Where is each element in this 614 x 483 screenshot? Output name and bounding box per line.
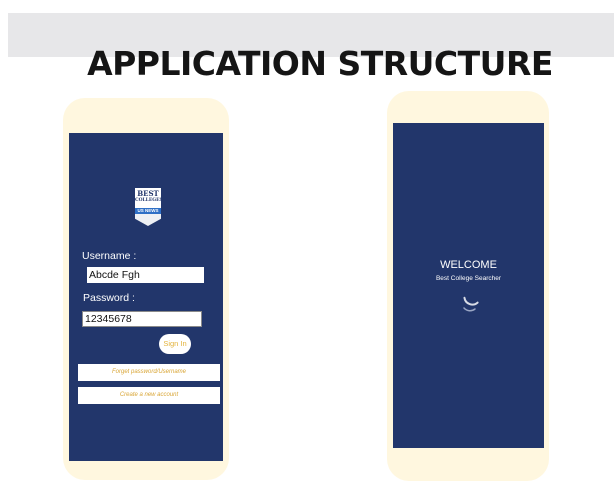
login-phone-mockup: BEST COLLEGES US NEWS Username : Abcde F…: [63, 98, 229, 480]
welcome-screen: WELCOME Best College Searcher: [393, 123, 544, 448]
college-logo: BEST COLLEGES US NEWS: [135, 188, 163, 226]
sign-in-button[interactable]: Sign In: [159, 334, 191, 354]
password-label: Password :: [83, 292, 135, 304]
welcome-title: WELCOME: [440, 259, 497, 271]
username-field[interactable]: Abcde Fgh: [87, 267, 204, 283]
loading-spinner-icon: [463, 296, 479, 312]
create-account-button[interactable]: Create a new account: [78, 387, 220, 404]
password-field[interactable]: 12345678: [82, 311, 202, 327]
page-title: APPLICATION STRUCTURE: [87, 44, 553, 83]
logo-band: US NEWS: [135, 208, 161, 214]
forgot-password-button[interactable]: Forget password/Username: [78, 364, 220, 381]
welcome-subtitle: Best College Searcher: [435, 275, 502, 282]
logo-line2: COLLEGES: [135, 198, 163, 203]
logo-shield-icon: [135, 214, 161, 226]
logo-line1: BEST: [137, 189, 159, 198]
welcome-phone-mockup: WELCOME Best College Searcher: [387, 91, 549, 481]
logo-badge-top: BEST COLLEGES: [135, 188, 163, 208]
username-label: Username :: [82, 250, 137, 262]
login-screen: BEST COLLEGES US NEWS Username : Abcde F…: [69, 133, 223, 461]
